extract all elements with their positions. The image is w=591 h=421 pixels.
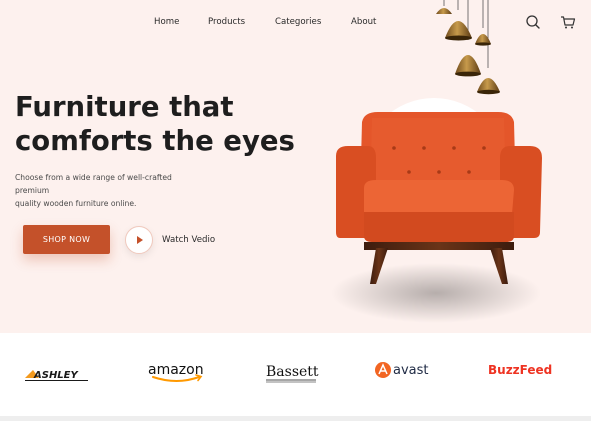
brand-logos-bar: ASHLEY amazon Bassett avast BuzzFeed bbox=[0, 333, 591, 417]
pendant-lamps-image bbox=[436, 0, 500, 95]
nav-products[interactable]: Products bbox=[208, 17, 245, 27]
section-divider bbox=[0, 416, 591, 421]
bassett-logo: Bassett bbox=[266, 364, 319, 383]
ashley-logo: ASHLEY bbox=[25, 370, 88, 381]
avast-logo: avast bbox=[375, 362, 429, 378]
buzzfeed-logo-text: BuzzFeed bbox=[488, 363, 552, 377]
nav-about[interactable]: About bbox=[351, 17, 376, 27]
ashley-logo-text: ASHLEY bbox=[33, 370, 80, 381]
bassett-logo-text: Bassett bbox=[266, 364, 319, 380]
description-line-3: quality wooden furniture online. bbox=[15, 199, 137, 208]
buzzfeed-logo: BuzzFeed bbox=[488, 363, 552, 377]
avast-logo-text: avast bbox=[393, 363, 429, 378]
hero-section: Home Products Categories About Furniture… bbox=[0, 0, 591, 333]
headline-line-2: comforts the eyes bbox=[15, 125, 295, 157]
description-line-1: Choose from a wide range of well-crafted bbox=[15, 173, 172, 182]
amazon-logo: amazon bbox=[148, 362, 204, 382]
shop-now-button[interactable]: SHOP NOW bbox=[23, 225, 110, 254]
description-line-2: premium bbox=[15, 186, 50, 195]
armchair-image bbox=[331, 98, 542, 323]
headline-line-1: Furniture that bbox=[15, 91, 234, 123]
watch-video-label: Watch Vedio bbox=[162, 235, 216, 245]
cart-icon[interactable] bbox=[558, 12, 578, 32]
hero-headline: Furniture that comforts the eyes bbox=[15, 90, 295, 158]
nav-home[interactable]: Home bbox=[154, 17, 179, 27]
hero-description: Choose from a wide range of well-crafted… bbox=[15, 171, 205, 210]
play-icon[interactable] bbox=[125, 226, 153, 254]
search-icon[interactable] bbox=[523, 12, 543, 32]
nav-categories[interactable]: Categories bbox=[275, 17, 321, 27]
amazon-logo-text: amazon bbox=[148, 362, 204, 378]
